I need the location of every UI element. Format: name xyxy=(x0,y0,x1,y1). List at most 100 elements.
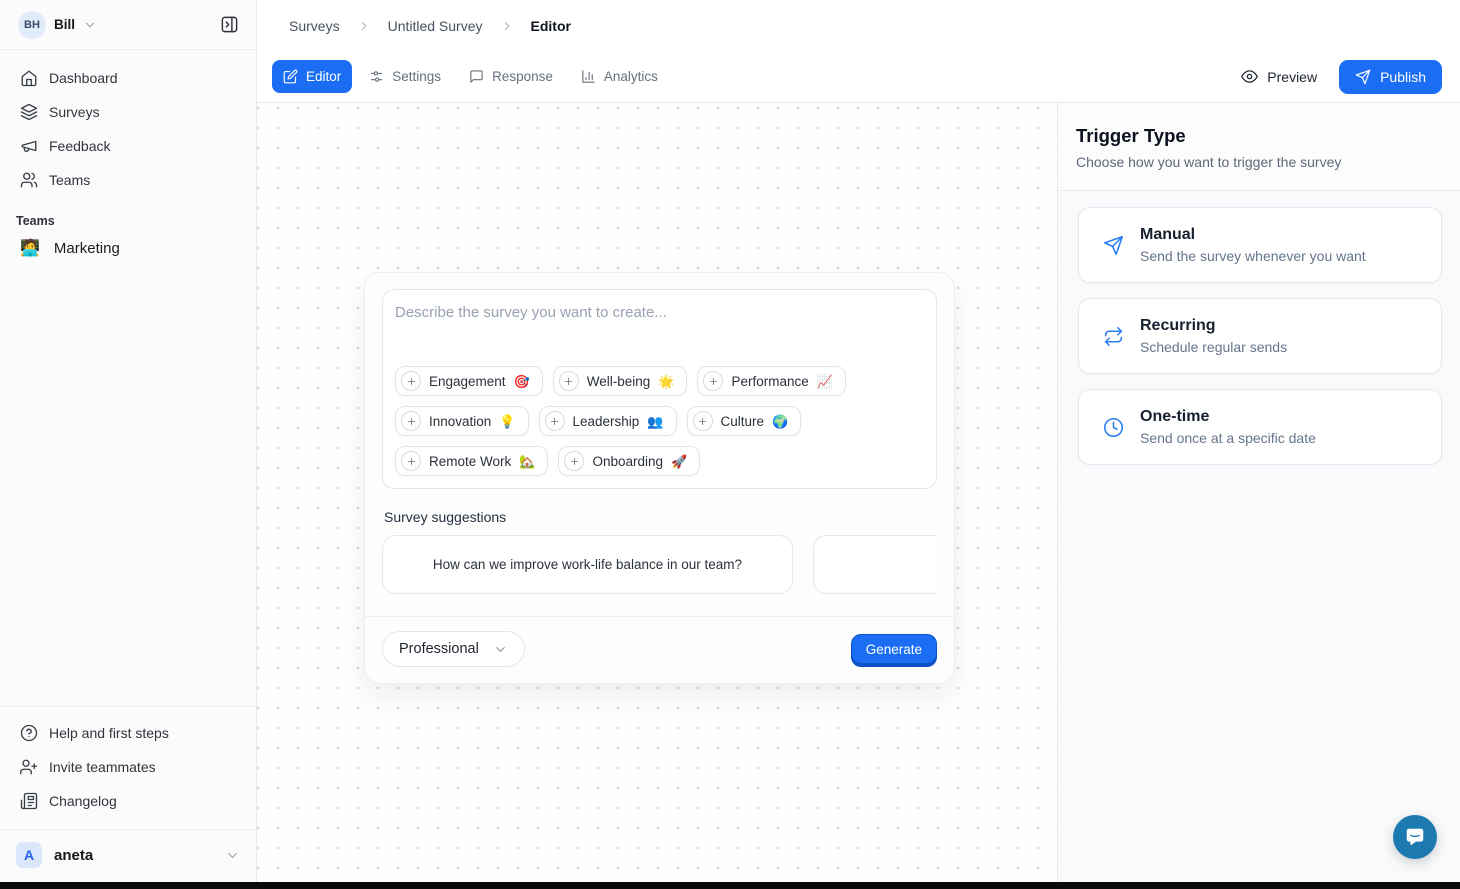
breadcrumb-surveys[interactable]: Surveys xyxy=(289,18,340,34)
plus-circle-icon xyxy=(401,411,421,431)
toolbar: Editor Settings Response xyxy=(257,51,1460,102)
topic-chip-engagement[interactable]: Engagement 🎯 xyxy=(395,366,543,396)
chevron-down-icon xyxy=(83,18,97,32)
plus-circle-icon xyxy=(559,371,579,391)
send-icon xyxy=(1355,69,1371,85)
tab-settings[interactable]: Settings xyxy=(358,60,452,93)
chip-label: Culture xyxy=(721,414,765,429)
sidebar-team-marketing[interactable]: 🧑‍💻 Marketing xyxy=(0,232,256,265)
ai-composer-card: Describe the survey you want to create..… xyxy=(364,272,955,684)
suggestion-card-1[interactable]: How can we improve work-life balance in … xyxy=(382,535,793,594)
chat-launcher-button[interactable] xyxy=(1393,815,1437,859)
globe-emoji: 🌍 xyxy=(772,415,788,428)
topic-chip-onboarding[interactable]: Onboarding 🚀 xyxy=(558,446,700,476)
help-circle-icon xyxy=(20,724,38,742)
user-avatar: A xyxy=(16,842,42,868)
sidebar-item-invite[interactable]: Invite teammates xyxy=(10,751,246,783)
sidebar-item-dashboard[interactable]: Dashboard xyxy=(10,62,246,94)
sidebar-item-feedback[interactable]: Feedback xyxy=(10,130,246,162)
bar-chart-icon xyxy=(581,69,596,84)
preview-button[interactable]: Preview xyxy=(1241,68,1317,85)
main-area: Surveys Untitled Survey Editor Editor xyxy=(257,0,1460,882)
users-icon xyxy=(20,171,38,189)
user-plus-icon xyxy=(20,758,38,776)
sidebar-item-label: Changelog xyxy=(49,793,117,809)
sidebar-collapse-button[interactable] xyxy=(214,10,244,40)
publish-label: Publish xyxy=(1380,69,1426,85)
topic-chip-innovation[interactable]: Innovation 💡 xyxy=(395,406,529,436)
tab-response[interactable]: Response xyxy=(458,60,564,93)
workspace-avatar: BH xyxy=(18,11,46,39)
plus-circle-icon xyxy=(564,451,584,471)
topic-chip-wellbeing[interactable]: Well-being 🌟 xyxy=(553,366,688,396)
trigger-option-description: Send once at a specific date xyxy=(1140,430,1316,446)
sliders-icon xyxy=(369,69,384,84)
chevron-down-icon xyxy=(225,848,240,863)
topic-chip-performance[interactable]: Performance 📈 xyxy=(697,366,845,396)
trigger-option-one-time[interactable]: One-time Send once at a specific date xyxy=(1078,389,1442,465)
newspaper-icon xyxy=(20,792,38,810)
sidebar-item-help[interactable]: Help and first steps xyxy=(10,717,246,749)
layers-icon xyxy=(20,103,38,121)
sidebar-item-label: Invite teammates xyxy=(49,759,156,775)
trigger-type-panel: Trigger Type Choose how you want to trig… xyxy=(1057,103,1460,882)
panel-toggle-icon xyxy=(220,15,239,34)
sidebar-item-teams[interactable]: Teams xyxy=(10,164,246,196)
panel-header: Trigger Type Choose how you want to trig… xyxy=(1058,103,1460,191)
breadcrumb-survey-name[interactable]: Untitled Survey xyxy=(388,18,483,34)
rocket-emoji: 🚀 xyxy=(671,455,687,468)
chip-label: Remote Work xyxy=(429,454,511,469)
tab-label: Response xyxy=(492,69,553,84)
breadcrumb: Surveys Untitled Survey Editor xyxy=(257,0,1460,51)
send-icon xyxy=(1103,235,1124,256)
chart-increasing-emoji: 📈 xyxy=(817,375,833,388)
chip-label: Leadership xyxy=(573,414,640,429)
repeat-icon xyxy=(1103,326,1124,347)
panel-title: Trigger Type xyxy=(1076,125,1442,147)
sidebar-spacer xyxy=(0,265,256,706)
plus-circle-icon xyxy=(545,411,565,431)
tab-analytics[interactable]: Analytics xyxy=(570,60,669,93)
prompt-placeholder: Describe the survey you want to create..… xyxy=(395,304,924,321)
chevron-right-icon xyxy=(357,19,371,33)
publish-button[interactable]: Publish xyxy=(1339,60,1442,94)
chip-label: Well-being xyxy=(587,374,651,389)
suggestions-label: Survey suggestions xyxy=(384,509,935,525)
composer-top: Describe the survey you want to create..… xyxy=(365,273,954,602)
generate-button[interactable]: Generate xyxy=(851,634,937,664)
suggestion-card-2[interactable]: What are the main ob xyxy=(813,535,937,594)
user-name: aneta xyxy=(54,847,93,864)
topic-chip-culture[interactable]: Culture 🌍 xyxy=(687,406,802,436)
plus-circle-icon xyxy=(401,451,421,471)
chip-label: Onboarding xyxy=(592,454,663,469)
glowing-star-emoji: 🌟 xyxy=(658,375,674,388)
light-bulb-emoji: 💡 xyxy=(499,415,515,428)
tab-editor[interactable]: Editor xyxy=(272,60,352,93)
content-area: Describe the survey you want to create..… xyxy=(257,102,1460,882)
sidebar-item-label: Feedback xyxy=(49,138,110,154)
topic-chip-remote-work[interactable]: Remote Work 🏡 xyxy=(395,446,548,476)
trigger-option-title: Recurring xyxy=(1140,317,1287,335)
topic-chips: Engagement 🎯 Well-being 🌟 xyxy=(395,366,924,476)
trigger-option-manual[interactable]: Manual Send the survey whenever you want xyxy=(1078,207,1442,283)
suggestions-row: How can we improve work-life balance in … xyxy=(382,535,937,594)
sidebar-item-surveys[interactable]: Surveys xyxy=(10,96,246,128)
composer-footer: Professional Generate xyxy=(365,617,954,683)
sidebar-nav: Dashboard Surveys Feedback Teams xyxy=(0,50,256,196)
home-icon xyxy=(20,69,38,87)
sidebar-item-label: Dashboard xyxy=(49,70,118,86)
user-menu[interactable]: A aneta xyxy=(0,829,256,882)
edit-icon xyxy=(283,69,298,84)
sidebar-item-changelog[interactable]: Changelog xyxy=(10,785,246,817)
chevron-down-icon xyxy=(493,642,508,657)
topic-chip-leadership[interactable]: Leadership 👥 xyxy=(539,406,677,436)
trigger-option-recurring[interactable]: Recurring Schedule regular sends xyxy=(1078,298,1442,374)
megaphone-icon xyxy=(20,137,38,155)
plus-circle-icon xyxy=(693,411,713,431)
editor-canvas[interactable]: Describe the survey you want to create..… xyxy=(257,103,1057,882)
sidebar-item-label: Teams xyxy=(49,172,90,188)
chip-label: Performance xyxy=(731,374,808,389)
tone-select[interactable]: Professional xyxy=(382,631,525,667)
survey-prompt-input[interactable]: Describe the survey you want to create..… xyxy=(382,289,937,489)
workspace-switcher[interactable]: BH Bill xyxy=(0,0,256,50)
